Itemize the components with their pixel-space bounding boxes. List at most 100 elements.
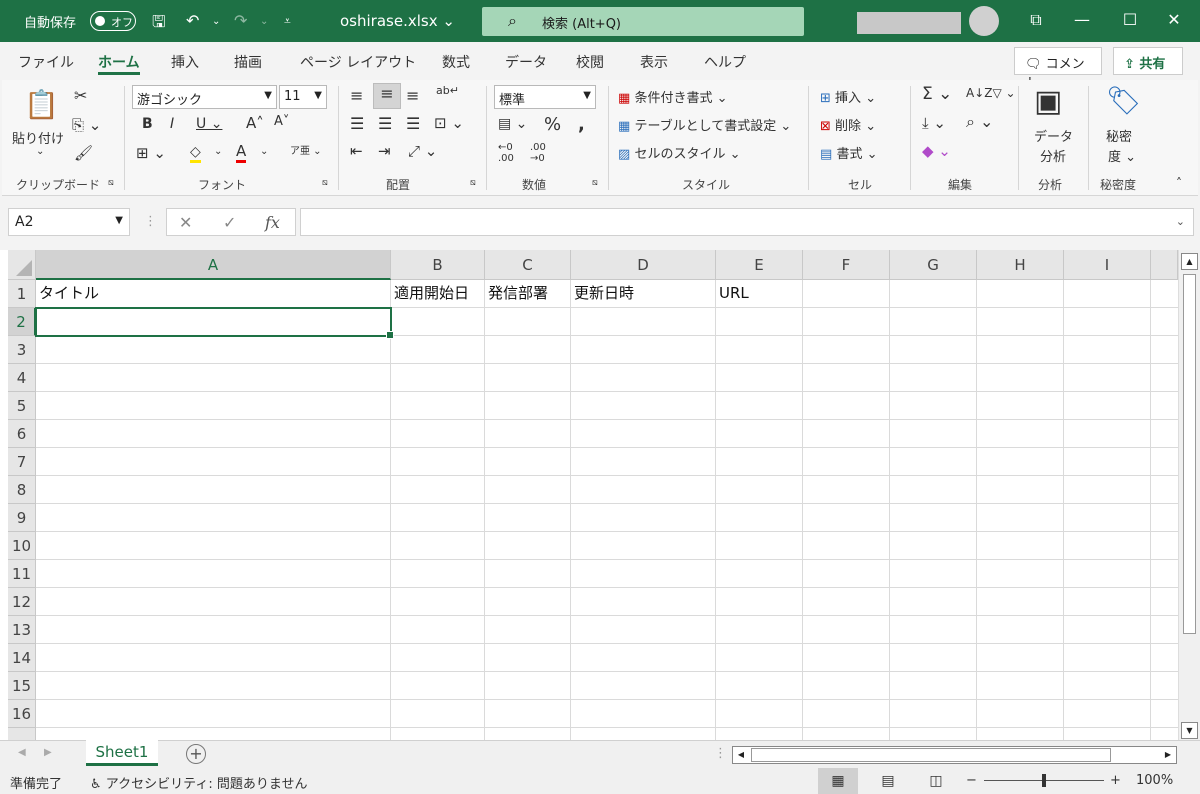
row-header-14[interactable]: 14 <box>8 644 36 672</box>
merge-center-icon[interactable]: ⊡ ⌄ <box>434 114 464 132</box>
collapse-ribbon-icon[interactable]: ˄ <box>1176 176 1182 190</box>
avatar[interactable] <box>969 6 999 36</box>
tab-review[interactable]: 校閲 <box>576 52 604 72</box>
expand-formula-icon[interactable]: ⌄ <box>1176 215 1185 228</box>
font-name-select[interactable]: 游ゴシック ▼ <box>132 85 277 109</box>
align-middle-icon[interactable]: ≡ <box>373 83 401 109</box>
cell-a1[interactable]: タイトル <box>36 279 99 307</box>
comma-icon[interactable]: , <box>578 114 585 135</box>
number-launcher-icon[interactable]: ⧅ <box>592 178 598 188</box>
row-header-5[interactable]: 5 <box>8 392 36 420</box>
number-format-select[interactable]: 標準 ▼ <box>494 85 596 109</box>
clipboard-launcher-icon[interactable]: ⧅ <box>108 178 114 188</box>
fill-color-icon[interactable]: ◇ <box>190 144 201 163</box>
tab-insert[interactable]: 挿入 <box>171 52 199 72</box>
font-color-dropdown-icon[interactable]: ⌄ <box>260 146 268 157</box>
alignment-launcher-icon[interactable]: ⧅ <box>470 178 476 188</box>
tab-formulas[interactable]: 数式 <box>442 52 470 72</box>
zoom-out-icon[interactable]: − <box>966 773 977 788</box>
row-header-13[interactable]: 13 <box>8 616 36 644</box>
orientation-icon[interactable]: ⤢ ⌄ <box>408 142 437 160</box>
bold-icon[interactable]: B <box>142 116 153 132</box>
paste-icon[interactable]: 📋 <box>24 88 59 121</box>
customize-toolbar-icon[interactable]: ⩡ <box>284 14 291 29</box>
row-header-7[interactable]: 7 <box>8 448 36 476</box>
sheet-prev-icon[interactable]: ◀ <box>18 747 26 758</box>
font-color-icon[interactable]: A <box>236 142 247 163</box>
format-as-table-button[interactable]: ▦ テーブルとして書式設定 ⌄ <box>618 115 791 134</box>
row-header-3[interactable]: 3 <box>8 336 36 364</box>
column-header-d[interactable]: D <box>571 250 716 280</box>
percent-icon[interactable]: % <box>544 114 561 135</box>
phonetic-icon[interactable]: ア亜 ⌄ <box>290 142 322 157</box>
sensitivity-label-1[interactable]: 秘密 <box>1106 126 1132 145</box>
enter-icon[interactable]: ✓ <box>223 213 236 232</box>
decrease-decimal-icon[interactable]: .00 →0 <box>530 142 546 164</box>
column-header-c[interactable]: C <box>485 250 571 280</box>
column-header-h[interactable]: H <box>977 250 1064 280</box>
conditional-formatting-button[interactable]: ▦ 条件付き書式 ⌄ <box>618 87 727 106</box>
analyze-data-label-2[interactable]: 分析 <box>1040 146 1066 165</box>
horizontal-scroll-thumb[interactable] <box>751 748 1111 762</box>
vertical-scrollbar[interactable]: ▲ ▼ <box>1178 250 1200 740</box>
align-right-icon[interactable]: ☰ <box>406 114 420 133</box>
minimize-icon[interactable]: — <box>1070 10 1094 29</box>
row-header-8[interactable]: 8 <box>8 476 36 504</box>
maximize-icon[interactable]: ☐ <box>1118 10 1142 29</box>
column-header-i[interactable]: I <box>1064 250 1151 280</box>
copy-icon[interactable]: ⎘ ⌄ <box>72 116 101 134</box>
increase-font-icon[interactable]: A˄ <box>246 114 264 132</box>
column-header-a[interactable]: A <box>36 250 391 280</box>
scroll-left-icon[interactable]: ◀ <box>733 747 749 763</box>
row-header-11[interactable]: 11 <box>8 560 36 588</box>
wrap-text-icon[interactable]: ab↵ <box>436 84 459 97</box>
underline-icon[interactable]: U ⌄ <box>196 116 222 132</box>
align-center-icon[interactable]: ☰ <box>378 114 392 133</box>
tab-splitter-icon[interactable]: ⋮ <box>714 746 727 761</box>
cell-e1[interactable]: URL <box>716 279 749 307</box>
format-cells-button[interactable]: ▤ 書式 ⌄ <box>820 143 877 162</box>
tab-view[interactable]: 表示 <box>640 52 668 72</box>
increase-indent-icon[interactable]: ⇥ <box>378 142 391 160</box>
sheet-tab-sheet1[interactable]: Sheet1 <box>86 740 158 766</box>
align-left-icon[interactable]: ☰ <box>350 114 364 133</box>
column-header-e[interactable]: E <box>716 250 803 280</box>
search-box[interactable]: ⌕ 検索 (Alt+Q) <box>482 7 804 36</box>
paste-label[interactable]: 貼り付け <box>12 128 64 147</box>
cell-d1[interactable]: 更新日時 <box>571 279 634 307</box>
autosum-icon[interactable]: Σ ⌄ <box>922 84 952 104</box>
tab-file[interactable]: ファイル <box>18 52 74 72</box>
clear-icon[interactable]: ◆ ⌄ <box>922 142 951 160</box>
select-all-corner[interactable] <box>8 250 36 280</box>
close-icon[interactable]: ✕ <box>1162 10 1186 29</box>
formula-bar-splitter-icon[interactable]: ⋮ <box>144 214 157 229</box>
paste-dropdown-icon[interactable]: ⌄ <box>36 146 44 157</box>
find-select-icon[interactable]: ⌕ ⌄ <box>966 112 993 132</box>
analyze-data-icon[interactable]: ▣ <box>1034 84 1062 119</box>
vertical-scroll-thumb[interactable] <box>1183 274 1196 634</box>
border-icon[interactable]: ⊞ ⌄ <box>136 144 166 162</box>
increase-decimal-icon[interactable]: ←0.00 <box>498 142 514 164</box>
normal-view-icon[interactable]: ▦ <box>818 768 858 794</box>
row-header-1[interactable]: 1 <box>8 280 36 308</box>
comment-button[interactable]: 🗨 コメント <box>1014 47 1102 91</box>
cut-icon[interactable]: ✂ <box>74 86 87 105</box>
row-header-4[interactable]: 4 <box>8 364 36 392</box>
scroll-down-icon[interactable]: ▼ <box>1181 722 1198 739</box>
scroll-right-icon[interactable]: ▶ <box>1160 747 1176 763</box>
row-header-6[interactable]: 6 <box>8 420 36 448</box>
column-header-f[interactable]: F <box>803 250 890 280</box>
sensitivity-icon[interactable]: 🏷 <box>1106 84 1142 117</box>
tab-page-layout[interactable]: ページ レイアウト <box>300 52 416 72</box>
insert-function-icon[interactable]: fx <box>265 213 280 232</box>
add-sheet-icon[interactable]: + <box>186 744 206 764</box>
tab-home[interactable]: ホーム <box>98 52 140 72</box>
tab-draw[interactable]: 描画 <box>234 52 262 72</box>
decrease-indent-icon[interactable]: ⇤ <box>350 142 363 160</box>
currency-icon[interactable]: ▤ ⌄ <box>498 116 527 132</box>
ribbon-display-icon[interactable]: ⧉ <box>1024 10 1048 30</box>
cell-styles-button[interactable]: ▨ セルのスタイル ⌄ <box>618 143 740 162</box>
cell-c1[interactable]: 発信部署 <box>485 279 548 307</box>
row-header-12[interactable]: 12 <box>8 588 36 616</box>
row-header-2[interactable]: 2 <box>8 308 36 336</box>
